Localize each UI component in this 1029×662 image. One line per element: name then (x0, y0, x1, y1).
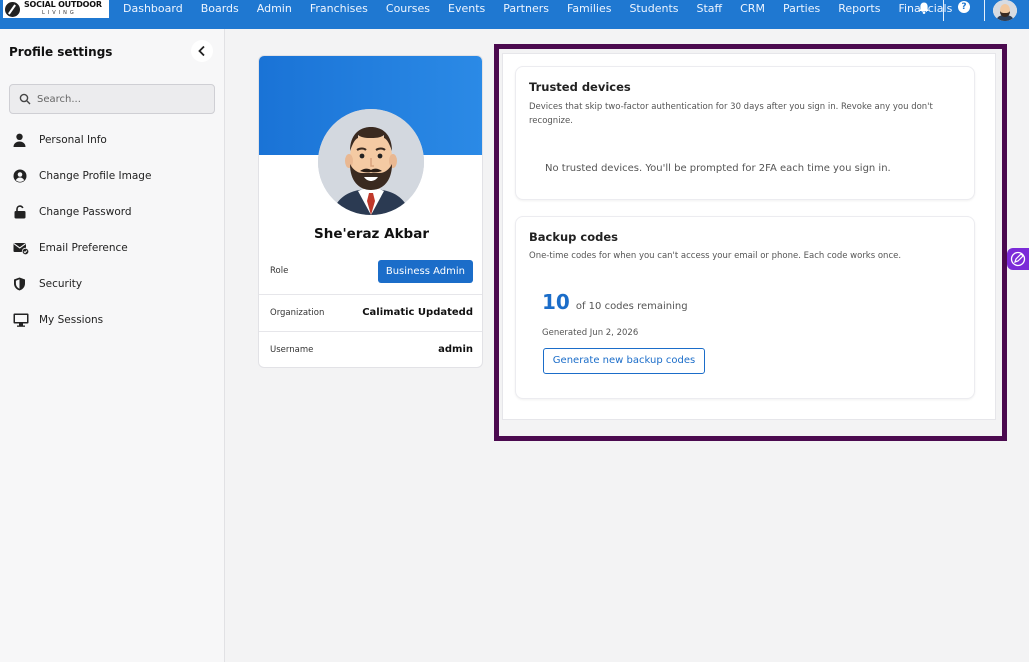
nav-staff[interactable]: Staff (697, 2, 723, 15)
sidebar-item-email-preference[interactable]: Email Preference (9, 236, 215, 260)
nav-reports[interactable]: Reports (838, 2, 880, 15)
profile-card: She'eraz Akbar Role Business Admin Organ… (258, 55, 483, 368)
person-icon (9, 133, 31, 147)
mail-check-icon (9, 242, 31, 255)
chevron-left-icon (198, 45, 205, 57)
top-navbar: SOCIAL OUTDOOR LIVING Dashboard Boards A… (0, 0, 1029, 29)
nav-events[interactable]: Events (448, 2, 485, 15)
profile-row-username: Username admin (259, 331, 482, 367)
backup-codes-card: Backup codes One-time codes for when you… (515, 216, 975, 399)
nav-crm[interactable]: CRM (740, 2, 765, 15)
brand-logo[interactable]: SOCIAL OUTDOOR LIVING (3, 0, 109, 18)
nav-parties[interactable]: Parties (783, 2, 820, 15)
help-icon[interactable]: ? (958, 1, 970, 13)
sidebar-item-security[interactable]: Security (9, 272, 215, 296)
trusted-devices-empty-state: No trusted devices. You'll be prompted f… (545, 163, 891, 174)
sidebar-title: Profile settings (9, 45, 113, 59)
trusted-devices-title: Trusted devices (529, 80, 631, 94)
profile-name: She'eraz Akbar (314, 226, 429, 242)
bell-icon[interactable] (917, 1, 931, 15)
organization-value: Calimatic Updatedd (362, 307, 473, 318)
sidebar-item-label: Change Profile Image (39, 170, 152, 182)
brand-tagline: LIVING (42, 10, 77, 16)
nav-divider (984, 0, 985, 21)
profile-avatar (318, 109, 424, 215)
sidebar-item-personal-info[interactable]: Personal Info (9, 128, 215, 152)
nav-courses[interactable]: Courses (386, 2, 430, 15)
backup-codes-count: 10 of 10 codes remaining (542, 290, 688, 314)
search-input[interactable] (37, 91, 207, 107)
sidebar-item-label: Personal Info (39, 134, 107, 146)
sidebar-item-label: Email Preference (39, 242, 128, 254)
nav-admin[interactable]: Admin (257, 2, 292, 15)
nav-families[interactable]: Families (567, 2, 611, 15)
sidebar-item-change-profile-image[interactable]: Change Profile Image (9, 164, 215, 188)
backup-codes-remaining-suffix: of 10 codes remaining (575, 301, 688, 312)
sidebar-search (9, 84, 215, 114)
edit-pen-icon (1010, 251, 1026, 267)
brand-name: SOCIAL OUTDOOR (24, 0, 102, 9)
role-badge: Business Admin (377, 259, 473, 283)
profile-row-role: Role Business Admin (259, 253, 482, 289)
logo-mark-icon (5, 1, 20, 17)
sidebar-item-label: My Sessions (39, 314, 104, 326)
unlock-icon (9, 205, 31, 219)
nav-dashboard[interactable]: Dashboard (123, 2, 183, 15)
collapse-sidebar-button[interactable] (191, 40, 213, 62)
user-circle-icon (9, 169, 31, 183)
nav-students[interactable]: Students (629, 2, 678, 15)
trusted-devices-card: Trusted devices Devices that skip two-fa… (515, 66, 975, 200)
nav-franchises[interactable]: Franchises (310, 2, 368, 15)
generate-backup-codes-button[interactable]: Generate new backup codes (543, 348, 705, 374)
organization-label: Organization (270, 307, 325, 318)
nav-boards[interactable]: Boards (201, 2, 239, 15)
backup-codes-generated-date: Generated Jun 2, 2026 (542, 328, 639, 338)
nav-divider (943, 0, 944, 21)
monitor-icon (9, 313, 31, 327)
shield-icon (9, 277, 31, 291)
feedback-tab[interactable] (1007, 248, 1029, 270)
user-avatar[interactable] (993, 0, 1017, 21)
nav-partners[interactable]: Partners (503, 2, 549, 15)
profile-sidebar: Profile settings Personal Info Change Pr… (0, 29, 225, 662)
username-label: Username (270, 344, 314, 355)
main-nav: Dashboard Boards Admin Franchises Course… (123, 0, 970, 16)
backup-codes-title: Backup codes (529, 230, 619, 244)
sidebar-item-label: Change Password (39, 206, 132, 218)
sidebar-item-my-sessions[interactable]: My Sessions (9, 308, 215, 332)
username-value: admin (438, 344, 473, 355)
backup-codes-description: One-time codes for when you can't access… (529, 251, 902, 261)
role-label: Role (270, 266, 289, 276)
backup-codes-remaining: 10 (542, 290, 570, 314)
trusted-devices-description: Devices that skip two-factor authenticat… (529, 102, 933, 126)
search-icon (19, 93, 31, 105)
sidebar-item-label: Security (39, 278, 83, 290)
sidebar-item-change-password[interactable]: Change Password (9, 200, 215, 224)
profile-row-organization: Organization Calimatic Updatedd (259, 294, 482, 330)
